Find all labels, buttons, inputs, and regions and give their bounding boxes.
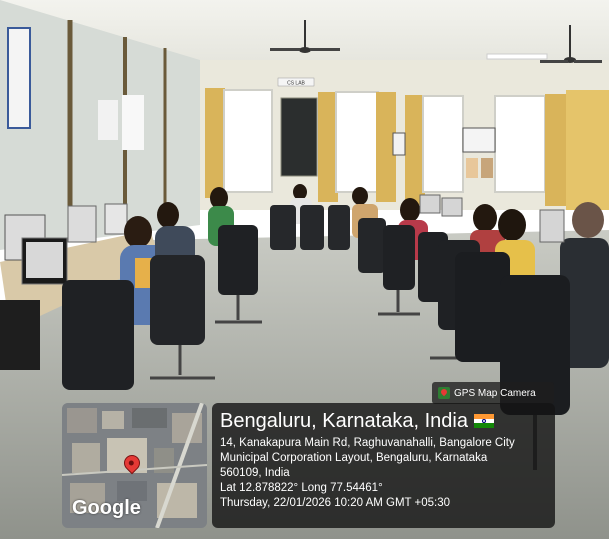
city-text: Bengaluru, Karnataka, India [220,410,468,432]
map-thumbnail: Google [62,403,207,528]
notice-board [280,97,318,177]
address-line: Municipal Corporation Layout, Bengaluru,… [220,452,488,464]
curtain [205,88,225,198]
address-block: 14, Kanakapura Main Rd, Raghuvanahalli, … [220,436,547,511]
india-flag-icon [473,414,494,428]
camera-badge-label: GPS Map Camera [454,387,536,399]
location-card: Bengaluru, Karnataka, India 14, Kanakapu… [212,403,555,528]
google-logo: Google [72,497,141,519]
window [223,89,273,193]
address-line: 560109, India [220,467,290,479]
timestamp: Thursday, 22/01/2026 10:20 AM GMT +05:30 [220,497,451,509]
address-line: 14, Kanakapura Main Rd, Raghuvanahalli, … [220,437,515,449]
lab-sign: CS LAB [287,81,305,87]
poster [7,27,31,129]
lab-photo: CS LAB GPS Map Camera Google Bengaluru, … [0,0,609,539]
camera-badge: GPS Map Camera [432,382,554,404]
city-line: Bengaluru, Karnataka, India [220,409,547,433]
gps-camera-icon [438,387,450,399]
coordinates: Lat 12.878822° Long 77.54461° [220,482,383,494]
